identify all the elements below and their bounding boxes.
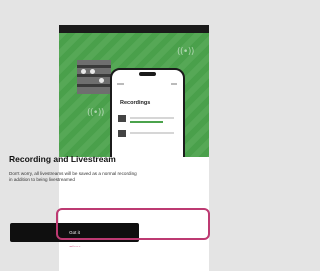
highlight-box [56, 208, 210, 240]
mockup-thumbnail [118, 130, 126, 137]
modal-title: Recording and Livestream [9, 154, 116, 164]
status-bar [59, 25, 209, 33]
photo-detail [77, 84, 111, 87]
modal-description: Don't worry, all livestreams will be sav… [9, 171, 137, 182]
mixer-photo [77, 60, 111, 94]
photo-knob [99, 78, 104, 83]
photo-knob [90, 69, 95, 74]
photo-detail [77, 74, 111, 77]
mockup-progress [130, 121, 163, 123]
phone-mockup: Recordings [110, 68, 185, 157]
close-link[interactable]: Close [66, 245, 84, 247]
mockup-menu-bar [117, 83, 124, 85]
photo-knob [81, 69, 86, 74]
hero-illustration: ((•)) ((•)) Recordings [59, 33, 209, 157]
livestream-radio-icon: ((•)) [87, 108, 104, 118]
mockup-notch [139, 72, 156, 76]
mockup-line [130, 117, 174, 119]
livestream-radio-icon: ((•)) [177, 47, 194, 57]
mockup-menu-bar [171, 83, 177, 85]
photo-detail [77, 65, 111, 68]
mockup-line [130, 132, 174, 134]
mockup-title: Recordings [120, 100, 151, 106]
mockup-thumbnail [118, 115, 126, 122]
